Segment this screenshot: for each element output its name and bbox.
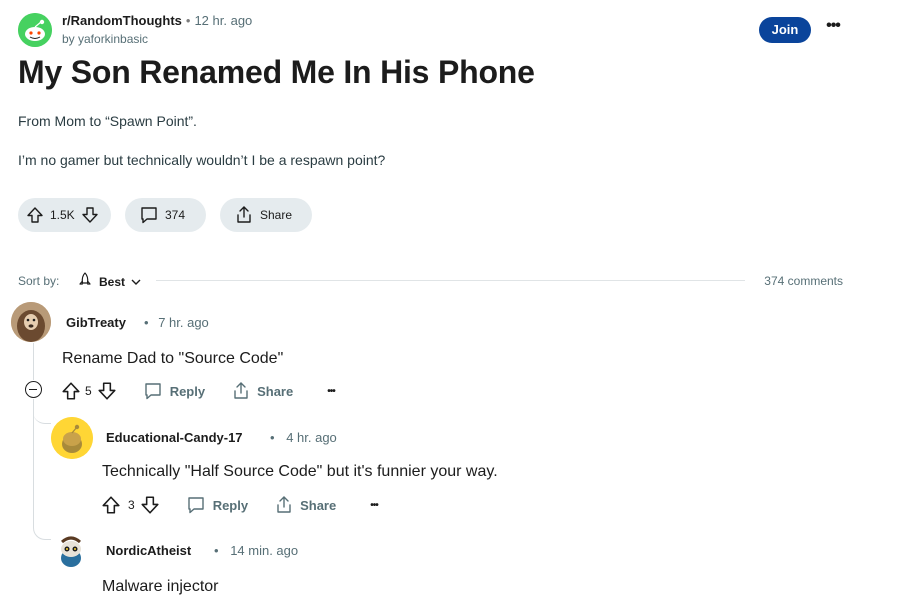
comment-text: Malware injector [102, 578, 219, 595]
user-avatar-icon[interactable] [51, 417, 93, 459]
vote-count: 3 [128, 498, 135, 512]
dot-separator: • [270, 430, 275, 445]
comment-time: 7 hr. ago [158, 315, 209, 330]
comment-meta: • 14 min. ago [214, 543, 298, 558]
rocket-icon [78, 272, 92, 291]
comment-text: Technically "Half Source Code" but it's … [102, 463, 498, 480]
post-body-line: I’m no gamer but technically wouldn’t I … [18, 152, 386, 168]
downvote-icon[interactable] [97, 381, 117, 401]
vote-count: 1.5K [50, 208, 75, 222]
comment-icon [139, 205, 159, 225]
sort-value: Best [99, 274, 126, 289]
upvote-icon[interactable] [101, 495, 121, 515]
comments-button[interactable]: 374 [125, 198, 206, 232]
vote-count: 5 [85, 384, 92, 398]
reply-button[interactable]: Reply [143, 381, 205, 401]
sort-dropdown[interactable]: Best [78, 272, 141, 291]
share-icon [277, 496, 291, 513]
more-options-button[interactable]: ••• [327, 386, 335, 397]
subreddit-name[interactable]: r/RandomThoughts [62, 13, 182, 28]
more-options-button[interactable]: ••• [370, 500, 378, 511]
thread-connector [33, 410, 51, 424]
share-button[interactable]: Share [274, 495, 336, 515]
comment-meta: • 7 hr. ago [144, 315, 209, 330]
comment-meta: • 4 hr. ago [270, 430, 337, 445]
comment-text: Rename Dad to "Source Code" [62, 350, 284, 367]
share-icon [234, 205, 254, 225]
comment-author[interactable]: GibTreaty [66, 315, 126, 330]
post-time: 12 hr. ago [194, 13, 253, 28]
dot-separator: • [214, 543, 219, 558]
sort-label: Sort by: [18, 274, 60, 288]
comment-author[interactable]: Educational-Candy-17 [106, 430, 243, 445]
more-options-button[interactable]: ••• [823, 17, 843, 39]
user-avatar-icon[interactable] [51, 530, 91, 570]
comment-author[interactable]: NordicAtheist [106, 543, 191, 558]
subreddit-avatar-icon[interactable] [18, 13, 52, 47]
reply-icon [187, 497, 204, 514]
comment-time: 14 min. ago [230, 543, 299, 558]
sort-row: Sort by: Best 374 comments [18, 272, 843, 292]
share-icon [234, 382, 248, 399]
vote-bar: 1.5K [18, 198, 111, 232]
collapse-thread-icon[interactable] [25, 381, 42, 398]
upvote-icon[interactable] [61, 381, 81, 401]
reply-button[interactable]: Reply [186, 495, 248, 515]
thread-line [33, 343, 34, 380]
subreddit-line: r/RandomThoughts • 12 hr. ago [62, 13, 252, 28]
thread-connector [33, 520, 51, 540]
share-label: Share [257, 383, 294, 399]
share-label: Share [260, 208, 293, 222]
comment-count-label: 374 [165, 208, 186, 222]
reply-label: Reply [169, 383, 206, 399]
dot-separator: • [144, 315, 149, 330]
share-button[interactable]: Share [231, 381, 293, 401]
comment-count: 374 comments [764, 274, 843, 288]
post-title: My Son Renamed Me In His Phone [18, 54, 535, 90]
share-button[interactable]: Share [220, 198, 312, 232]
post-author[interactable]: by yaforkinbasic [62, 32, 148, 46]
dot-separator: • [185, 13, 191, 28]
share-label: Share [300, 497, 337, 513]
reply-icon [144, 383, 161, 400]
join-button[interactable]: Join [759, 17, 811, 43]
post-body-line: From Mom to “Spawn Point”. [18, 113, 197, 129]
comment-time: 4 hr. ago [286, 430, 337, 445]
comment-actions: 3 Reply Share ••• [101, 494, 379, 516]
downvote-icon[interactable] [140, 495, 160, 515]
upvote-icon[interactable] [26, 206, 44, 224]
reply-label: Reply [212, 497, 249, 513]
comment-actions: 5 Reply Share ••• [61, 380, 336, 402]
post-header: r/RandomThoughts • 12 hr. ago by yaforkinb… [18, 11, 888, 47]
divider [156, 280, 745, 281]
chevron-down-icon [131, 275, 141, 289]
downvote-icon[interactable] [81, 206, 99, 224]
user-avatar-icon[interactable] [11, 302, 51, 342]
